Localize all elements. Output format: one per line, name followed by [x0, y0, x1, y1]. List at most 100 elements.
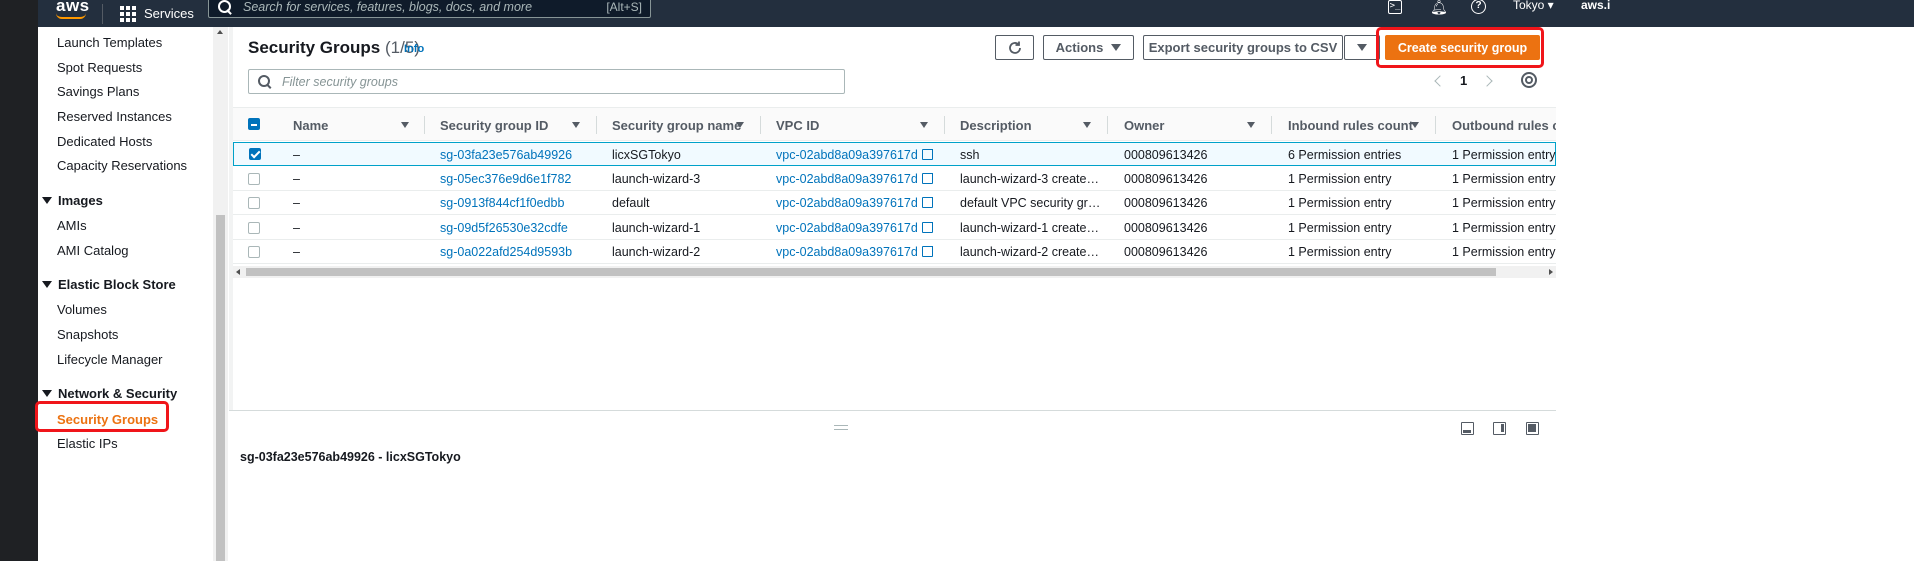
aws-logo[interactable]: aws	[56, 0, 90, 19]
sidebar-item-elastic-ips[interactable]: Elastic IPs	[57, 436, 118, 451]
account-menu[interactable]: aws.i	[1581, 0, 1610, 12]
cell-sg-name: launch-wizard-3	[612, 172, 701, 186]
scrollbar-thumb[interactable]	[246, 268, 1496, 276]
info-link[interactable]: Info	[404, 43, 424, 55]
export-dropdown-button[interactable]	[1344, 35, 1380, 60]
sidebar-item-amis[interactable]: AMIs	[57, 218, 87, 233]
table-row[interactable]: – sg-09d5f26530e32cdfe launch-wizard-1 v…	[233, 216, 1556, 240]
bell-icon[interactable]: 🔔︎	[1430, 0, 1448, 16]
column-divider[interactable]	[1107, 116, 1108, 134]
column-header-sg-id[interactable]: Security group ID	[440, 108, 548, 142]
cell-name: –	[293, 221, 300, 235]
sidebar-item-dedicated-hosts[interactable]: Dedicated Hosts	[57, 134, 152, 149]
column-header-inbound[interactable]: Inbound rules count	[1288, 108, 1413, 142]
select-all-checkbox[interactable]	[248, 118, 260, 130]
chevron-left-icon[interactable]	[1434, 74, 1446, 87]
column-header-name[interactable]: Name	[293, 108, 328, 142]
row-checkbox[interactable]	[248, 197, 260, 209]
column-divider[interactable]	[424, 116, 425, 134]
scroll-up-arrow-icon[interactable]	[217, 30, 223, 34]
actions-button[interactable]: Actions	[1043, 35, 1134, 60]
refresh-button[interactable]	[995, 35, 1034, 60]
cell-sg-id-link[interactable]: sg-0a022afd254d9593b	[440, 240, 572, 264]
cell-name: –	[293, 196, 300, 210]
column-divider[interactable]	[1271, 116, 1272, 134]
external-link-icon	[921, 149, 933, 160]
column-divider[interactable]	[760, 116, 761, 134]
sidebar-item-spot-requests[interactable]: Spot Requests	[57, 60, 142, 75]
page-number[interactable]: 1	[1460, 73, 1467, 88]
sidebar-item-lifecycle-manager[interactable]: Lifecycle Manager	[57, 352, 163, 367]
sidebar-item-launch-templates[interactable]: Launch Templates	[57, 35, 162, 50]
external-link-icon	[921, 246, 933, 257]
table-row[interactable]: – sg-0a022afd254d9593b launch-wizard-2 v…	[233, 240, 1556, 264]
column-header-description[interactable]: Description	[960, 108, 1032, 142]
cell-vpc-link[interactable]: vpc-02abd8a09a397617d	[776, 167, 933, 191]
sort-icon[interactable]	[1083, 108, 1093, 142]
services-menu-button[interactable]: Services	[120, 0, 194, 27]
sort-icon[interactable]	[736, 108, 746, 142]
cell-sg-id-link[interactable]: sg-05ec376e9d6e1f782	[440, 167, 571, 191]
search-icon	[217, 0, 233, 15]
sidebar-item-savings-plans[interactable]: Savings Plans	[57, 84, 139, 99]
column-divider[interactable]	[596, 116, 597, 134]
sort-icon[interactable]	[1247, 108, 1257, 142]
cell-vpc-link[interactable]: vpc-02abd8a09a397617d	[776, 143, 933, 167]
cell-outbound: 1 Permission entry	[1452, 245, 1556, 259]
sidebar-section-network-security[interactable]: Network & Security	[42, 386, 177, 401]
export-csv-button[interactable]: Export security groups to CSV	[1143, 35, 1343, 60]
row-checkbox[interactable]	[249, 148, 261, 160]
help-icon[interactable]: ?	[1471, 0, 1486, 14]
sidebar-item-snapshots[interactable]: Snapshots	[57, 327, 118, 342]
sort-icon[interactable]	[572, 108, 582, 142]
sidebar-item-reserved-instances[interactable]: Reserved Instances	[57, 109, 172, 124]
scrollbar-thumb[interactable]	[216, 215, 225, 561]
column-divider[interactable]	[944, 116, 945, 134]
sort-icon[interactable]	[1411, 108, 1421, 142]
sort-icon[interactable]	[401, 108, 411, 142]
column-header-outbound[interactable]: Outbound rules co	[1452, 108, 1568, 142]
cell-vpc-link[interactable]: vpc-02abd8a09a397617d	[776, 191, 933, 215]
cloudshell-icon[interactable]: >_	[1388, 0, 1402, 14]
caret-down-icon	[42, 197, 52, 204]
cell-vpc-link[interactable]: vpc-02abd8a09a397617d	[776, 240, 933, 264]
sort-icon[interactable]	[920, 108, 930, 142]
table-row[interactable]: – sg-05ec376e9d6e1f782 launch-wizard-3 v…	[233, 167, 1556, 191]
cell-sg-id-link[interactable]: sg-0913f844cf1f0edbb	[440, 191, 564, 215]
panel-full-icon[interactable]	[1526, 422, 1539, 435]
filter-security-groups-input[interactable]: Filter security groups	[248, 69, 845, 94]
region-selector[interactable]: Tokyo ▾	[1513, 0, 1554, 12]
scroll-right-arrow-icon[interactable]	[1549, 269, 1553, 275]
row-checkbox[interactable]	[248, 173, 260, 185]
column-header-owner[interactable]: Owner	[1124, 108, 1164, 142]
cell-sg-id-link[interactable]: sg-03fa23e576ab49926	[440, 143, 572, 167]
sidebar-item-ami-catalog[interactable]: AMI Catalog	[57, 243, 129, 258]
sidebar-section-images[interactable]: Images	[42, 193, 103, 208]
column-header-sg-name[interactable]: Security group name	[612, 108, 741, 142]
cell-sg-id-link[interactable]: sg-09d5f26530e32cdfe	[440, 216, 568, 240]
sidebar-item-capacity-reservations[interactable]: Capacity Reservations	[57, 158, 187, 173]
sidebar-section-ebs[interactable]: Elastic Block Store	[42, 277, 176, 292]
row-checkbox[interactable]	[248, 222, 260, 234]
global-search-input[interactable]: Search for services, features, blogs, do…	[208, 0, 651, 18]
table-horizontal-scrollbar[interactable]	[233, 266, 1556, 278]
row-checkbox[interactable]	[248, 246, 260, 258]
search-placeholder: Search for services, features, blogs, do…	[243, 0, 533, 14]
column-header-vpc-id[interactable]: VPC ID	[776, 108, 819, 142]
gear-icon[interactable]	[1521, 72, 1537, 88]
cell-vpc-link[interactable]: vpc-02abd8a09a397617d	[776, 216, 933, 240]
scroll-left-arrow-icon[interactable]	[236, 269, 240, 275]
column-divider[interactable]	[1435, 116, 1436, 134]
sidebar-scrollbar[interactable]	[213, 27, 228, 561]
caret-down-icon	[1357, 44, 1367, 51]
cell-name: –	[293, 245, 300, 259]
chevron-right-icon[interactable]	[1481, 74, 1493, 87]
resize-handle-icon[interactable]	[834, 425, 848, 430]
table-row[interactable]: – sg-03fa23e576ab49926 licxSGTokyo vpc-0…	[233, 142, 1556, 166]
panel-side-icon[interactable]	[1493, 422, 1506, 435]
panel-bottom-icon[interactable]	[1461, 422, 1474, 435]
table-row[interactable]: – sg-0913f844cf1f0edbb default vpc-02abd…	[233, 191, 1556, 215]
caret-down-icon	[42, 281, 52, 288]
sidebar-item-volumes[interactable]: Volumes	[57, 302, 107, 317]
external-link-icon	[921, 197, 933, 208]
